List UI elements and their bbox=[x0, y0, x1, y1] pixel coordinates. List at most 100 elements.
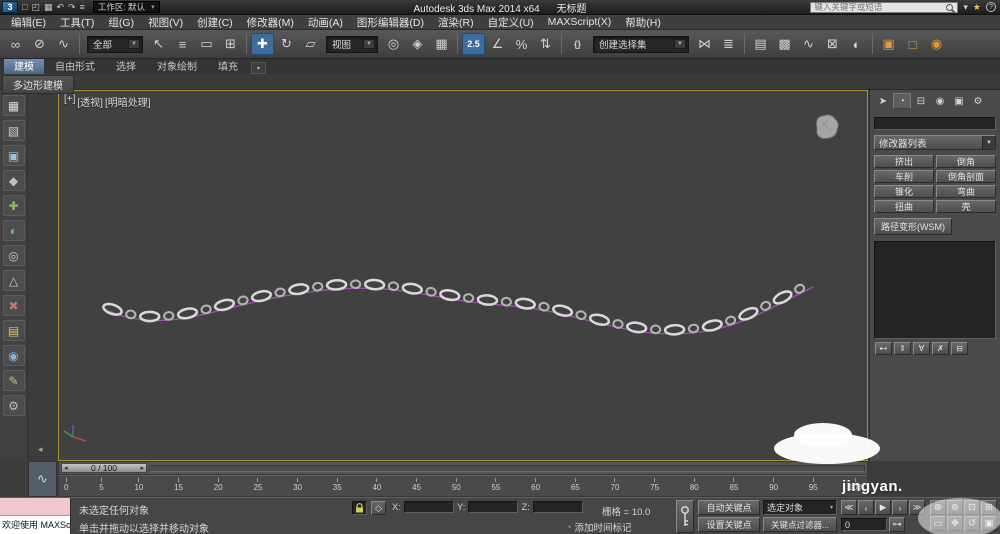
menu-animation[interactable]: 动画(A) bbox=[301, 15, 350, 30]
menu-help[interactable]: 帮助(H) bbox=[618, 15, 668, 30]
search-icon[interactable] bbox=[946, 3, 954, 11]
hierarchy-tab-icon[interactable]: ⊟ bbox=[912, 93, 930, 109]
auto-key-button[interactable]: 自动关键点 bbox=[698, 500, 760, 515]
remove-modifier-icon[interactable]: ✗ bbox=[932, 342, 949, 355]
align-icon[interactable]: ≣ bbox=[717, 33, 740, 55]
absolute-mode-toggle[interactable]: ◇ bbox=[371, 501, 386, 515]
menu-views[interactable]: 视图(V) bbox=[141, 15, 190, 30]
modifier-button-lathe[interactable]: 车削 bbox=[874, 170, 934, 183]
bind-to-space-warp-icon[interactable]: ∿ bbox=[52, 33, 75, 55]
set-key-mode-button[interactable] bbox=[676, 500, 694, 533]
maxscript-mini-listener[interactable]: 欢迎使用 MAXScript bbox=[0, 498, 71, 534]
modify-tab-icon[interactable]: ◔ bbox=[893, 93, 911, 109]
utilities-tab-icon[interactable]: ⚙ bbox=[969, 93, 987, 109]
motion-tab-icon[interactable]: ◉ bbox=[931, 93, 949, 109]
select-and-move-icon[interactable]: ✚ bbox=[251, 33, 274, 55]
render-production-icon[interactable]: ◉ bbox=[925, 33, 948, 55]
settings-gear-icon[interactable]: ⚙ bbox=[2, 395, 25, 416]
ribbon-tab-object-paint[interactable]: 对象绘制 bbox=[147, 57, 207, 74]
play-animation-icon[interactable]: ▶ bbox=[875, 500, 891, 515]
viewport-shading-menu[interactable]: [明暗处理] bbox=[105, 94, 151, 109]
undo-icon[interactable]: ↶ bbox=[56, 2, 64, 13]
ribbon-tab-freeform[interactable]: 自由形式 bbox=[45, 57, 105, 74]
properties-icon[interactable]: ▤ bbox=[2, 320, 25, 341]
selection-lock-toggle[interactable] bbox=[352, 501, 367, 515]
schematic-view-icon[interactable]: ⊠ bbox=[821, 33, 844, 55]
select-object-icon[interactable]: ↖ bbox=[147, 33, 170, 55]
z-coordinate-field[interactable] bbox=[532, 501, 583, 513]
polygon-modeling-panel-tab[interactable]: 多边形建模 bbox=[2, 75, 74, 94]
workspace-dropdown[interactable]: 工作区: 默认 ▾ bbox=[92, 1, 160, 13]
rendered-frame-window-icon[interactable]: □ bbox=[901, 33, 924, 55]
rectangular-selection-icon[interactable]: ▭ bbox=[195, 33, 218, 55]
key-filter-scope-dropdown[interactable]: 选定对象 ▾ bbox=[763, 500, 837, 515]
select-and-rotate-icon[interactable]: ↻ bbox=[275, 33, 298, 55]
material-editor-icon[interactable]: ◐ bbox=[845, 33, 868, 55]
ribbon-tab-selection[interactable]: 选择 bbox=[106, 57, 146, 74]
modifier-stack-list[interactable] bbox=[874, 241, 996, 339]
next-frame-arrow-icon[interactable]: ▸ bbox=[140, 464, 144, 472]
menu-tools[interactable]: 工具(T) bbox=[53, 15, 101, 30]
reference-coordinate-dropdown[interactable]: 视图 ▼ bbox=[326, 35, 378, 53]
named-selection-dropdown[interactable]: 创建选择集 ▼ bbox=[593, 35, 689, 53]
window-crossing-icon[interactable]: ⊞ bbox=[219, 33, 242, 55]
remove-geometry-icon[interactable]: ✖ bbox=[2, 295, 25, 316]
x-coordinate-field[interactable] bbox=[403, 501, 454, 513]
new-scene-icon[interactable]: □ bbox=[22, 2, 27, 12]
edit-named-selections-icon[interactable]: {} bbox=[566, 33, 589, 55]
subdivision-icon[interactable]: ◐ bbox=[2, 220, 25, 241]
time-slider-rail[interactable] bbox=[149, 464, 865, 472]
menu-customize[interactable]: 自定义(U) bbox=[481, 15, 541, 30]
y-coordinate-field[interactable] bbox=[468, 501, 519, 513]
help-icon[interactable]: ? bbox=[986, 2, 996, 12]
favorites-star-icon[interactable]: ★ bbox=[973, 2, 981, 13]
chain-object[interactable] bbox=[102, 278, 806, 336]
set-key-button[interactable]: 设置关键点 bbox=[698, 517, 760, 532]
percent-snap-icon[interactable]: % bbox=[510, 33, 533, 55]
ribbon-minimize-icon[interactable]: ▾ bbox=[251, 62, 266, 74]
render-setup-icon[interactable]: ▣ bbox=[877, 33, 900, 55]
add-geometry-icon[interactable]: ✚ bbox=[2, 195, 25, 216]
track-bar[interactable]: 0 5 10 15 20 25 30 35 40 45 50 55 60 65 70 75 80 85 90 95 10… bbox=[58, 475, 868, 497]
perspective-viewport[interactable]: [+] [透视] [明暗处理] bbox=[58, 90, 868, 461]
key-filters-button[interactable]: 关键点过滤器... bbox=[763, 517, 837, 532]
loops-icon[interactable]: ◎ bbox=[2, 245, 25, 266]
geometry-icon[interactable]: ◆ bbox=[2, 170, 25, 191]
select-and-manipulate-icon[interactable]: ◈ bbox=[406, 33, 429, 55]
object-name-field[interactable] bbox=[874, 116, 996, 130]
selection-filter-dropdown[interactable]: 全部 ▼ bbox=[87, 35, 143, 53]
left-toolbar-expand-icon[interactable]: ◂ bbox=[38, 444, 43, 455]
curve-editor-icon[interactable]: ∿ bbox=[797, 33, 820, 55]
viewport-general-menu[interactable]: [+] bbox=[64, 94, 75, 109]
go-to-start-icon[interactable]: ≪ bbox=[841, 500, 857, 515]
modify-selection-icon[interactable]: ▣ bbox=[2, 145, 25, 166]
viewport-pov-menu[interactable]: [透视] bbox=[77, 94, 103, 109]
infocenter-searchbox[interactable] bbox=[810, 1, 959, 13]
macro-recorder-line[interactable] bbox=[0, 498, 70, 516]
redo-icon[interactable]: ↷ bbox=[68, 2, 76, 13]
menu-group[interactable]: 组(G) bbox=[101, 15, 141, 30]
add-time-tag-button[interactable]: ◔ 添加时间标记 bbox=[566, 520, 631, 534]
layer-manager-icon[interactable]: ▤ bbox=[749, 33, 772, 55]
menu-edit[interactable]: 编辑(E) bbox=[4, 15, 53, 30]
paint-deform-icon[interactable]: ✎ bbox=[2, 370, 25, 391]
snaps-toggle-icon[interactable]: 2.5 bbox=[462, 33, 485, 55]
time-slider-track[interactable]: ◂ 0 / 100 ▸ bbox=[58, 461, 868, 475]
previous-frame-arrow-icon[interactable]: ◂ bbox=[64, 464, 68, 472]
modifier-button-extrude[interactable]: 挤出 bbox=[874, 155, 934, 168]
menu-graph-editors[interactable]: 图形编辑器(D) bbox=[350, 15, 431, 30]
make-unique-icon[interactable]: ∀ bbox=[913, 342, 930, 355]
modifier-button-bevel-profile[interactable]: 倒角剖面 bbox=[936, 170, 996, 183]
time-slider-handle[interactable]: ◂ 0 / 100 ▸ bbox=[61, 463, 147, 473]
ribbon-tab-modeling[interactable]: 建模 bbox=[4, 57, 44, 74]
modifier-list-dropdown[interactable]: 修改器列表 ▼ bbox=[874, 135, 996, 150]
ribbon-tab-populate[interactable]: 填充 bbox=[208, 57, 248, 74]
save-scene-icon[interactable]: ▦ bbox=[44, 2, 53, 13]
select-and-link-icon[interactable]: ∞ bbox=[4, 33, 27, 55]
select-by-name-icon[interactable]: ≡ bbox=[171, 33, 194, 55]
sign-in-caret-icon[interactable]: ▾ bbox=[963, 2, 968, 13]
3ds-max-logo-icon[interactable]: 3 bbox=[2, 1, 18, 13]
keyboard-override-icon[interactable]: ▦ bbox=[430, 33, 453, 55]
configure-modifier-sets-icon[interactable]: ⊟ bbox=[951, 342, 968, 355]
show-end-result-icon[interactable]: ‖ bbox=[894, 342, 911, 355]
